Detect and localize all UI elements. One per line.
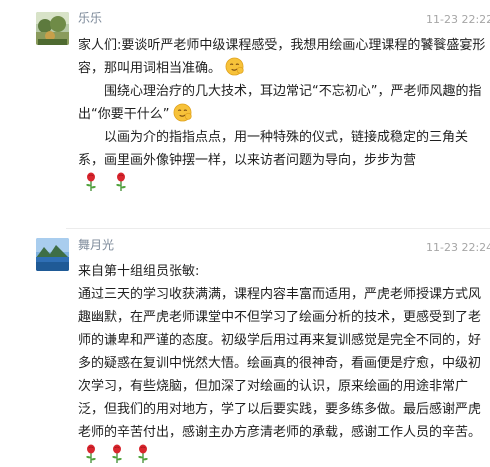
- rose-emoji-icon: [112, 444, 122, 463]
- chat-message: 乐乐 11-23 22:22 家人们:要谈听严老师中级课程感受，我想用绘画心理课…: [0, 0, 490, 222]
- paragraph-text: 通过三天的学习收获满满，课程内容丰富而适用，严虎老师授课方式风趣幽默，在严虎老师…: [78, 287, 482, 440]
- rose-emoji-icon: [138, 444, 148, 463]
- timestamp: 11-23 22:22: [426, 13, 490, 26]
- message-paragraph: 以画为介的指指点点，用一种特殊的仪式，链接成稳定的三角关系，画里画外像钟摆一样，…: [78, 126, 486, 172]
- message-paragraph: 通过三天的学习收获满满，课程内容丰富而适用，严虎老师授课方式风趣幽默，在严虎老师…: [78, 283, 486, 467]
- timestamp: 11-23 22:24: [426, 241, 490, 254]
- sender-name[interactable]: 乐乐: [78, 9, 102, 26]
- message-paragraph: 家人们:要谈听严老师中级课程感受，我想用绘画心理课程的饕餮盛宴形容，那叫用词相当…: [78, 34, 486, 80]
- rose-emoji-icon: [116, 172, 127, 191]
- rose-emoji-icon: [86, 172, 96, 191]
- landscape-photo-avatar-icon: [36, 12, 69, 45]
- paragraph-text: 来自第十组组员张敏:: [78, 264, 200, 279]
- smirk-face-emoji-icon: [174, 103, 193, 122]
- smirk-face-emoji-icon: [225, 57, 244, 76]
- sender-name[interactable]: 舞月光: [78, 236, 114, 253]
- message-paragraph: 围绕心理治疗的几大技术，耳边常记“不忘初心”，严老师风趣的指出“你要干什么”: [78, 80, 486, 126]
- chat-message: 舞月光 11-23 22:24 来自第十组组员张敏: 通过三天的学习收获满满，课…: [0, 236, 490, 463]
- paragraph-text: 围绕心理治疗的几大技术，耳边常记“不忘初心”，严老师风趣的指出“你要干什么”: [78, 84, 482, 122]
- message-paragraph: 来自第十组组员张敏:: [78, 260, 486, 283]
- emoji-row: [78, 172, 486, 195]
- mountain-lake-avatar-icon: [36, 238, 69, 271]
- message-body: 来自第十组组员张敏: 通过三天的学习收获满满，课程内容丰富而适用，严虎老师授课方…: [78, 260, 486, 467]
- avatar[interactable]: [36, 12, 69, 45]
- message-divider: [66, 228, 490, 229]
- paragraph-text: 家人们:要谈听严老师中级课程感受，我想用绘画心理课程的饕餮盛宴形容，那叫用词相当…: [78, 38, 486, 76]
- avatar[interactable]: [36, 238, 69, 271]
- rose-emoji-icon: [86, 444, 96, 463]
- paragraph-text: 以画为介的指指点点，用一种特殊的仪式，链接成稳定的三角关系，画里画外像钟摆一样，…: [78, 130, 469, 168]
- message-body: 家人们:要谈听严老师中级课程感受，我想用绘画心理课程的饕餮盛宴形容，那叫用词相当…: [78, 34, 486, 195]
